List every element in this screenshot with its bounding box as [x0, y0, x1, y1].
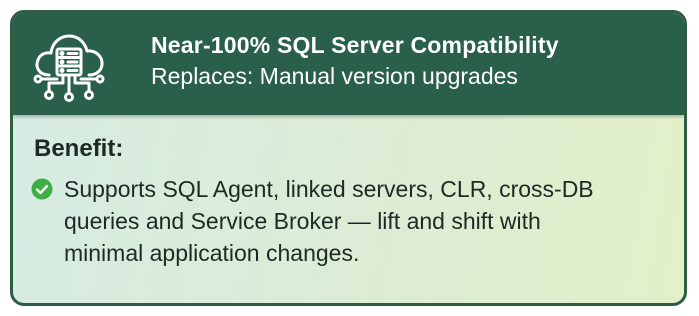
feature-card: Near-100% SQL Server Compatibility Repla… — [10, 10, 687, 306]
card-header: Near-100% SQL Server Compatibility Repla… — [13, 13, 684, 115]
cloud-server-network-icon — [33, 34, 105, 102]
benefit-text: Supports SQL Agent, linked servers, CLR,… — [64, 176, 594, 266]
benefit-heading: Benefit: — [34, 135, 124, 162]
card-title: Near-100% SQL Server Compatibility — [151, 32, 559, 58]
check-circle-icon — [31, 178, 53, 200]
card-subtitle: Replaces: Manual version upgrades — [151, 63, 518, 89]
